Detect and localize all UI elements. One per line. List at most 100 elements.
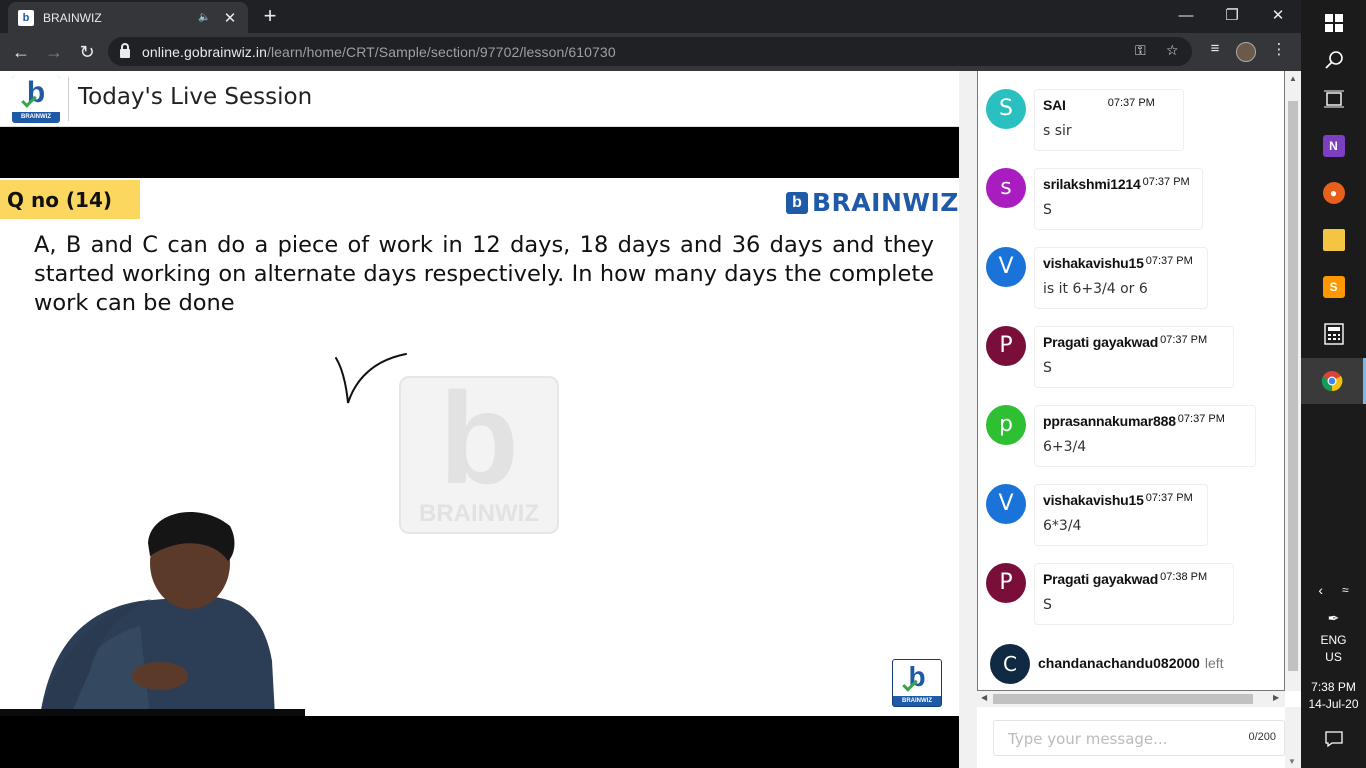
slide-brand-logo: b BRAINWIZ [786, 188, 959, 217]
scroll-right-icon[interactable]: ▶ [1273, 693, 1279, 702]
tab-title: BRAINWIZ [43, 10, 102, 25]
slide-content: Q no (14) b BRAINWIZ A, B and C can do a… [0, 178, 959, 716]
message-bubble: SAI 07:37 PM s sir [1034, 89, 1184, 151]
avatar: V [986, 247, 1026, 287]
window-controls: — ❐ ✕ [1163, 0, 1301, 33]
sublime-text-icon[interactable]: S [1301, 264, 1366, 310]
reload-icon[interactable]: ↻ [75, 40, 99, 64]
back-arrow-icon[interactable]: ← [9, 40, 33, 64]
avatar: V [986, 484, 1026, 524]
chat-message-list[interactable]: C chandanachandu082000 left S SAI 07:37 PM s… [977, 71, 1285, 691]
close-window-button[interactable]: ✕ [1255, 0, 1301, 30]
scroll-down-icon[interactable]: ▼ [1288, 757, 1296, 766]
message-text: S [1043, 360, 1052, 376]
message-bubble: vishakavishu15 07:37 PM 6*3/4 [1034, 484, 1208, 546]
message-time: 07:37 PM [1145, 255, 1193, 267]
media-control-icon[interactable]: ≡ [1203, 40, 1227, 57]
chat-message-input[interactable] [1008, 728, 1228, 750]
pen-annotation [335, 353, 407, 404]
chat-input-box[interactable]: 0/200 [993, 720, 1285, 756]
watermark-logo: b BRAINWIZ [399, 373, 559, 534]
page-header: b BRAINWIZ Today's Live Session [0, 71, 959, 127]
message-bubble: vishakavishu15 07:37 PM is it 6+3/4 or 6 [1034, 247, 1208, 309]
menu-kebab-icon[interactable]: ⋮ [1267, 40, 1291, 58]
message-time: 07:37 PM [1142, 176, 1190, 188]
brainwiz-logo[interactable]: b BRAINWIZ [12, 76, 60, 123]
left-word: left [1204, 655, 1224, 671]
question-number: Q no (14) [0, 180, 140, 219]
message-text: s sir [1043, 123, 1072, 139]
speaker-icon[interactable]: 🔈 [198, 12, 212, 23]
message-author: vishakavishu15 [1043, 492, 1144, 508]
scroll-left-icon[interactable]: ◀ [981, 693, 987, 702]
avatar: C [990, 644, 1030, 684]
avatar: p [986, 405, 1026, 445]
message-time: 07:37 PM [1107, 97, 1155, 109]
message-bubble: srilakshmi1214 07:37 PM S [1034, 168, 1203, 230]
profile-avatar[interactable] [1236, 42, 1256, 62]
message-author: Pragati gayakwad [1043, 334, 1159, 350]
language-region[interactable]: US [1301, 650, 1366, 664]
file-explorer-icon[interactable] [1301, 217, 1366, 263]
message-author: vishakavishu15 [1043, 255, 1144, 271]
scroll-up-icon[interactable]: ▲ [1288, 74, 1298, 83]
clock-time[interactable]: 7:38 PM [1301, 680, 1366, 694]
message-bubble: pprasannakumar888 07:37 PM 6+3/4 [1034, 405, 1256, 467]
message-bubble: Pragati gayakwad 07:38 PM S [1034, 563, 1234, 625]
new-tab-button[interactable]: + [258, 5, 282, 29]
presenter-video [0, 501, 305, 716]
notifications-icon[interactable] [1301, 716, 1366, 762]
address-bar[interactable]: online.gobrainwiz.in/learn/home/CRT/Samp… [108, 37, 1192, 66]
task-view-icon[interactable] [1301, 76, 1366, 122]
tab-brainwiz[interactable]: b BRAINWIZ 🔈 ✕ [8, 2, 248, 33]
message-text: is it 6+3/4 or 6 [1043, 281, 1148, 297]
video-player[interactable]: Q no (14) b BRAINWIZ A, B and C can do a… [0, 127, 959, 768]
chrome-icon[interactable] [1301, 358, 1366, 404]
avatar: P [986, 326, 1026, 366]
message-author: Pragati gayakwad [1043, 571, 1159, 587]
windows-taskbar: N ● S ‹ ≈ ✒ ENG US 7:38 PM 14-Jul-20 [1301, 0, 1366, 768]
restore-button[interactable]: ❐ [1209, 0, 1255, 30]
firefox-icon[interactable]: ● [1301, 170, 1366, 216]
hscrollbar-thumb[interactable] [993, 694, 1253, 704]
message-author: pprasannakumar888 [1043, 413, 1176, 429]
avatar: P [986, 563, 1026, 603]
char-count: 0/200 [1248, 731, 1276, 743]
browser-toolbar: ← → ↻ online.gobrainwiz.in/learn/home/CR… [0, 33, 1301, 71]
forward-arrow-icon[interactable]: → [42, 40, 66, 64]
star-icon[interactable]: ☆ [1166, 42, 1179, 59]
tab-strip: b BRAINWIZ 🔈 ✕ + — ❐ ✕ [0, 0, 1301, 33]
page-title: Today's Live Session [78, 84, 313, 110]
minimize-button[interactable]: — [1163, 0, 1209, 30]
key-icon[interactable]: ⚿ [1135, 42, 1146, 59]
language-code[interactable]: ENG [1301, 633, 1366, 647]
message-time: 07:38 PM [1160, 571, 1208, 583]
lock-icon[interactable] [120, 43, 130, 58]
message-time: 07:37 PM [1145, 492, 1193, 504]
avatar: S [986, 89, 1026, 129]
message-text: 6*3/4 [1043, 518, 1082, 534]
url-text: online.gobrainwiz.in/learn/home/CRT/Samp… [142, 43, 616, 60]
chat-vertical-scrollbar[interactable]: ▲ [1285, 71, 1301, 691]
chat-horizontal-scrollbar[interactable]: ◀ ▶ [977, 691, 1285, 707]
onenote-icon[interactable]: N [1301, 123, 1366, 169]
clock-date[interactable]: 14-Jul-20 [1301, 697, 1366, 711]
message-text: S [1043, 597, 1052, 613]
corner-brainwiz-logo: b BRAINWIZ [892, 659, 942, 707]
calculator-icon[interactable] [1301, 311, 1366, 357]
brainwiz-favicon-icon: b [18, 9, 34, 26]
message-text: 6+3/4 [1043, 439, 1087, 455]
message-time: 07:37 PM [1160, 334, 1208, 346]
browser-window: b BRAINWIZ 🔈 ✕ + — ❐ ✕ ← → ↻ online.gobr… [0, 0, 1301, 768]
header-divider [68, 77, 69, 121]
page-scrollbar[interactable]: ▼ [1285, 707, 1301, 768]
left-user-name: chandanachandu082000 [1038, 655, 1200, 671]
scrollbar-thumb[interactable] [1288, 101, 1298, 671]
avatar: s [986, 168, 1026, 208]
question-text: A, B and C can do a piece of work in 12 … [34, 232, 934, 316]
page: b BRAINWIZ Today's Live Session Q no (14… [0, 71, 1301, 768]
message-author: srilakshmi1214 [1043, 176, 1141, 192]
message-bubble: Pragati gayakwad 07:37 PM S [1034, 326, 1234, 388]
tab-close-icon[interactable]: ✕ [222, 9, 238, 27]
chat-panel: C chandanachandu082000 left S SAI 07:37 PM s… [959, 71, 1301, 768]
